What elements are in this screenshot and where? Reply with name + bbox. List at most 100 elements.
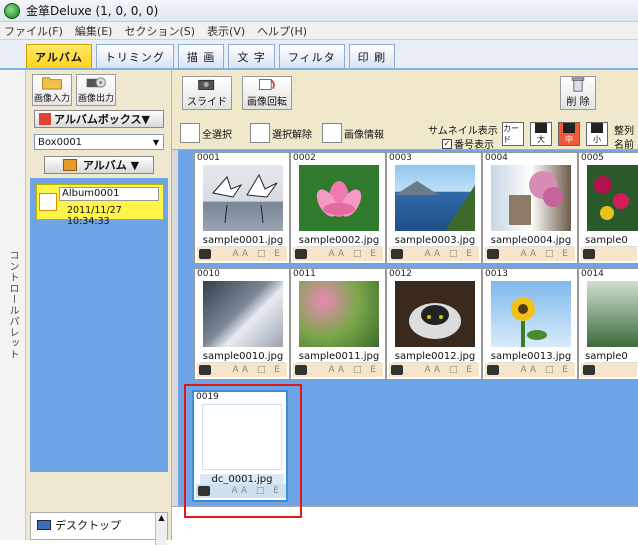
thumb-size-large-button[interactable]: 大 [530, 122, 552, 146]
thumbnail-footer: AA □ E [389, 363, 479, 377]
thumbnail-footer: AA □ E [197, 363, 287, 377]
image-info-button[interactable]: 画像情報 [322, 122, 384, 144]
menu-help[interactable]: ヘルプ(H) [257, 23, 307, 39]
thumbnail-flags: AA □ E [424, 365, 475, 375]
thumbnail-flags: AA □ E [232, 249, 283, 259]
thumbnail-number: 0010 [197, 269, 220, 279]
image-export-button[interactable]: 画像出力 [76, 74, 116, 106]
thumbnail-card[interactable]: 0013 sample0013.jpg AA □ E [482, 268, 578, 380]
camera-icon [199, 365, 211, 375]
album-box-label: アルバムボックス▼ [54, 113, 151, 126]
thumbnail-footer [581, 363, 637, 377]
camera-icon [391, 365, 403, 375]
thumbnail-image [299, 165, 379, 231]
tab-text[interactable]: 文 字 [228, 44, 275, 68]
tab-draw[interactable]: 描 画 [177, 44, 225, 68]
thumbnail-flags: AA □ E [520, 249, 571, 259]
person-icon [591, 123, 603, 133]
tab-album[interactable]: アルバム [26, 44, 92, 68]
slide-button[interactable]: スライド [182, 76, 232, 110]
thumbnail-number: 0005 [581, 153, 604, 163]
menu-view[interactable]: 表示(V) [207, 23, 245, 39]
image-import-label: 画像入力 [33, 94, 70, 104]
trash-icon [571, 77, 585, 92]
thumbnail-filename: sample0003.jpg [393, 235, 477, 247]
thumbnail-number: 0012 [389, 269, 412, 279]
tab-print[interactable]: 印 刷 [348, 44, 396, 68]
pointer-icon [180, 123, 200, 143]
sort-name-button[interactable]: 名前 [614, 136, 634, 151]
camera-icon [487, 249, 499, 259]
number-display-label: 番号表示 [454, 140, 494, 151]
thumbnail-footer: AA □ E [485, 363, 575, 377]
thumbnail-filename: sample0 [585, 235, 638, 247]
thumbnail-card[interactable]: 0004 sample0004.jpg AA □ E [482, 152, 578, 264]
box-select-value: Box0001 [38, 136, 83, 148]
menu-section[interactable]: セクション(S) [124, 23, 195, 39]
thumbnail-filename: sample0 [585, 351, 638, 363]
thumbnail-number: 0014 [581, 269, 604, 279]
tab-filter[interactable]: フィルタ [278, 44, 345, 68]
thumb-size-medium-button[interactable]: 中 [558, 122, 580, 146]
tree-scrollbar[interactable]: ▲ [155, 513, 167, 545]
image-info-label: 画像情報 [344, 129, 384, 141]
thumbnail-card[interactable]: 0005 sample0 [578, 152, 638, 264]
highlight-box [184, 384, 302, 518]
thumbnail-card[interactable]: 0001 sample0001.jpg AA □ E [194, 152, 290, 264]
thumbnail-number: 0004 [485, 153, 508, 163]
menu-bar: ファイル(F) 編集(E) セクション(S) 表示(V) ヘルプ(H) [0, 22, 638, 40]
album-box-dropdown[interactable]: アルバムボックス▼ [34, 110, 164, 128]
number-display-checkbox[interactable]: ✓ 番号表示 [442, 136, 494, 151]
thumbnail-card[interactable]: 0010 sample0010.jpg AA □ E [194, 268, 290, 380]
thumbnail-card[interactable]: 0003 sample0003.jpg AA □ E [386, 152, 482, 264]
album-book-icon [62, 159, 77, 171]
thumbnail-card[interactable]: 0014 sample0 [578, 268, 638, 380]
thumb-size-large-label: 大 [537, 135, 545, 144]
thumbnail-image [491, 281, 571, 347]
tree-item-desktop-label: デスクトップ [55, 519, 121, 532]
menu-edit[interactable]: 編集(E) [75, 23, 113, 39]
thumbnail-flags: AA □ E [328, 365, 379, 375]
thumb-size-small-button[interactable]: 小 [586, 122, 608, 146]
folder-tree: デスクトップ ▲ [30, 512, 168, 545]
image-import-button[interactable]: 画像入力 [32, 74, 72, 106]
thumbnail-footer [581, 247, 637, 261]
thumbnail-card[interactable]: 0011 sample0011.jpg AA □ E [290, 268, 386, 380]
app-icon [4, 2, 20, 19]
camera-icon [295, 365, 307, 375]
tree-item-desktop[interactable]: デスクトップ [37, 517, 121, 533]
person-icon [563, 123, 575, 133]
thumbnail-display-label: サムネイル表示 [428, 126, 498, 137]
thumbnail-filename: sample0011.jpg [297, 351, 381, 363]
info-doc-icon [322, 123, 342, 143]
person-icon [535, 123, 547, 133]
album-dropdown[interactable]: アルバム ▼ [44, 156, 154, 174]
menu-file[interactable]: ファイル(F) [4, 23, 63, 39]
album-item-icon [39, 193, 57, 211]
delete-button[interactable]: 削 除 [560, 76, 596, 110]
title-bar: 金箪Deluxe (1, 0, 0, 0) [0, 0, 638, 22]
thumb-size-card-button[interactable]: カード [502, 122, 524, 146]
tab-trimming[interactable]: トリミング [95, 44, 174, 68]
camera-icon [391, 249, 403, 259]
camera-icon [487, 365, 499, 375]
album-item[interactable]: Album0001 2011/11/27 10:34:33 [36, 184, 164, 227]
folder-icon [42, 77, 62, 90]
box-select[interactable]: Box0001 ▼ [34, 134, 164, 150]
grid-scrollbar[interactable] [172, 150, 178, 506]
blossom-house-image [509, 171, 563, 225]
thumbnail-image [395, 281, 475, 347]
thumbnail-number: 0011 [293, 269, 316, 279]
album-item-name[interactable]: Album0001 [59, 187, 159, 201]
select-all-button[interactable]: 全選択 [180, 122, 232, 144]
deselect-button[interactable]: 選択解除 [250, 122, 312, 144]
window-title: 金箪Deluxe (1, 0, 0, 0) [26, 4, 159, 18]
thumbnail-filename: sample0004.jpg [489, 235, 573, 247]
thumbnail-card[interactable]: 0012 sample0012.jpg AA □ E [386, 268, 482, 380]
camera-icon [583, 365, 595, 375]
control-palette[interactable]: コントロールパレット [0, 70, 26, 540]
album-dropdown-label: アルバム ▼ [82, 159, 140, 172]
image-rotate-button[interactable]: 画像回転 [242, 76, 292, 110]
thumbnail-card[interactable]: 0002 sample0002.jpg AA □ E [290, 152, 386, 264]
image-rotate-label: 画像回転 [247, 97, 287, 108]
